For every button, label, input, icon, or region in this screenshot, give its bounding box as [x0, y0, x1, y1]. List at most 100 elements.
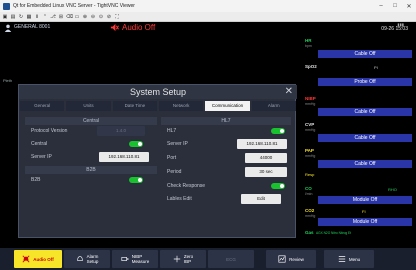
- param-pap[interactable]: PAP mmHg Cable Off: [302, 148, 416, 170]
- param-hr[interactable]: HR bpm Cable Off: [302, 38, 416, 62]
- central-server-ip-row: Server IP 192.168.110.81: [25, 151, 157, 166]
- alarm-setup-label-2: Setup: [86, 259, 99, 264]
- minimize-button[interactable]: –: [374, 3, 388, 9]
- hl7-row: HL7: [161, 125, 291, 138]
- param-value: FI: [362, 209, 366, 214]
- pleth-label: Pleth: [3, 78, 13, 83]
- param-co2[interactable]: CO2 mmHg FI Module Off: [302, 208, 416, 226]
- fullscreen-icon[interactable]: ⛶: [114, 14, 120, 20]
- param-unit: mmHg: [305, 102, 316, 106]
- tab-network[interactable]: Network: [158, 101, 204, 111]
- audio-off-label: Audio Off: [122, 23, 156, 32]
- alarm-setup-button[interactable]: Alarm Setup: [64, 250, 110, 268]
- port-row: Port 44000: [161, 152, 291, 166]
- param-label: CO2: [305, 208, 315, 213]
- param-spo2[interactable]: SpO2 PI Probe Off: [302, 64, 416, 94]
- param-value: PI: [374, 65, 378, 70]
- period-row: Period 30 sec: [161, 166, 291, 180]
- b2b-toggle[interactable]: [129, 177, 143, 183]
- period-field[interactable]: 30 sec: [245, 167, 287, 177]
- hl7-header: HL7: [161, 117, 291, 125]
- tab-alarm[interactable]: Alarm: [251, 101, 296, 111]
- alarm-bell-icon: [76, 256, 83, 261]
- param-nibp[interactable]: NIBP mmHg Cable Off: [302, 96, 416, 118]
- review-button[interactable]: Review: [266, 250, 316, 268]
- audio-off-button[interactable]: Audio Off: [14, 250, 62, 268]
- hl7-server-ip-row: Server IP 192.168.110.81: [161, 138, 291, 152]
- patient-name[interactable]: GENERAL 8001: [14, 24, 50, 30]
- param-value: RHO: [388, 187, 397, 192]
- menu-button[interactable]: Menu: [324, 250, 374, 268]
- ctrl-alt-del-icon[interactable]: ⌫: [66, 14, 73, 20]
- monitor-screen: GENERAL 8001 Audio Off 09-26 15:03 ▮▮▮ P…: [0, 22, 416, 270]
- audio-off-button-label: Audio Off: [33, 256, 54, 262]
- close-window-button[interactable]: ✕: [402, 3, 416, 10]
- zero-ibp-button[interactable]: Zero IBP: [160, 250, 206, 268]
- param-label: SpO2: [305, 64, 317, 69]
- app-icon: [3, 2, 10, 10]
- hl7-server-ip-label: Server IP: [167, 141, 188, 147]
- param-cvp[interactable]: CVP mmHg Cable Off: [302, 122, 416, 144]
- fit-icon[interactable]: ▭: [74, 14, 80, 20]
- tab-communication[interactable]: Communication: [205, 101, 250, 111]
- maximize-button[interactable]: □: [388, 3, 402, 9]
- param-status: Probe Off: [318, 78, 412, 86]
- zoom-100-icon[interactable]: ⊙: [98, 14, 104, 20]
- central-server-ip-field[interactable]: 192.168.110.81: [99, 152, 149, 162]
- zoom-fit-icon[interactable]: ⊘: [106, 14, 112, 20]
- param-status: Cable Off: [318, 50, 412, 58]
- review-icon: [278, 255, 286, 263]
- protocol-version-field: 1.4.0: [97, 126, 145, 136]
- port-label: Port: [167, 155, 177, 161]
- lables-edit-row: Lables Edit Edit: [161, 193, 291, 207]
- new-connection-icon[interactable]: ▣: [2, 14, 8, 20]
- param-status: Cable Off: [318, 160, 412, 168]
- vnc-toolbar: ▣ ▤ ↻ ▦ Ⅱ ⌃ ⎇ ⊞ ⌫ ▭ ⊕ ⊖ ⊙ ⊘ ⛶: [0, 12, 416, 22]
- ecg-button[interactable]: ECG: [208, 250, 254, 268]
- monitor-topbar: GENERAL 8001 Audio Off 09-26 15:03 ▮▮▮: [0, 22, 416, 34]
- param-unit: l/min: [305, 192, 313, 196]
- central-toggle[interactable]: [129, 141, 143, 147]
- hl7-toggle[interactable]: [271, 128, 285, 134]
- param-label: NIBP: [305, 96, 316, 101]
- param-label: HR: [305, 38, 312, 43]
- nibp-measure-button[interactable]: NIBP Measure: [112, 250, 158, 268]
- save-icon[interactable]: ▤: [10, 14, 16, 20]
- options-icon[interactable]: ▦: [26, 14, 32, 20]
- param-gas[interactable]: Gas AGX N2O Nitro Nitrog Et: [302, 230, 416, 246]
- system-setup-dialog: System Setup ✕ General Units Date Time N…: [18, 84, 297, 238]
- param-unit: bpm: [305, 44, 312, 48]
- window-titlebar: Qt for Embedded Linux VNC Server - Tight…: [0, 0, 416, 12]
- patient-icon[interactable]: [4, 24, 12, 32]
- central-panel: Central Protocol Version 1.4.0 Central S…: [25, 117, 157, 229]
- central-label: Central: [31, 141, 48, 147]
- port-field[interactable]: 44000: [245, 153, 287, 163]
- param-co[interactable]: CO l/min RHO Module Off: [302, 186, 416, 204]
- nibp-label-2: Measure: [131, 259, 150, 264]
- tab-units[interactable]: Units: [66, 101, 111, 111]
- tab-general[interactable]: General: [20, 101, 65, 111]
- edit-button[interactable]: Edit: [241, 194, 281, 204]
- central-row: Central: [25, 138, 157, 151]
- param-resp[interactable]: Resp: [302, 172, 416, 182]
- server-ip-label: Server IP: [31, 154, 52, 160]
- check-response-toggle[interactable]: [271, 183, 285, 189]
- tab-date-time[interactable]: Date Time: [112, 101, 157, 111]
- zoom-in-icon[interactable]: ⊕: [82, 14, 88, 20]
- zoom-out-icon[interactable]: ⊖: [90, 14, 96, 20]
- ctrl-icon[interactable]: ⌃: [42, 14, 48, 20]
- battery-icon: ▮▮▮: [397, 22, 404, 27]
- param-unit: mmHg: [305, 214, 316, 218]
- bell-muted-icon: [22, 255, 30, 263]
- dialog-title: System Setup: [19, 85, 297, 99]
- win-icon[interactable]: ⊞: [58, 14, 64, 20]
- param-status: Module Off: [318, 196, 412, 204]
- close-icon[interactable]: ✕: [285, 85, 293, 99]
- protocol-version-label: Protocol Version: [31, 128, 68, 134]
- pause-icon[interactable]: Ⅱ: [34, 14, 40, 20]
- parameter-column: HR bpm Cable Off SpO2 PI Probe Off NIBP …: [302, 36, 416, 246]
- speaker-muted-icon: [110, 23, 119, 32]
- refresh-icon[interactable]: ↻: [18, 14, 24, 20]
- hl7-server-ip-field[interactable]: 192.168.110.81: [237, 139, 287, 149]
- alt-icon[interactable]: ⎇: [50, 14, 56, 20]
